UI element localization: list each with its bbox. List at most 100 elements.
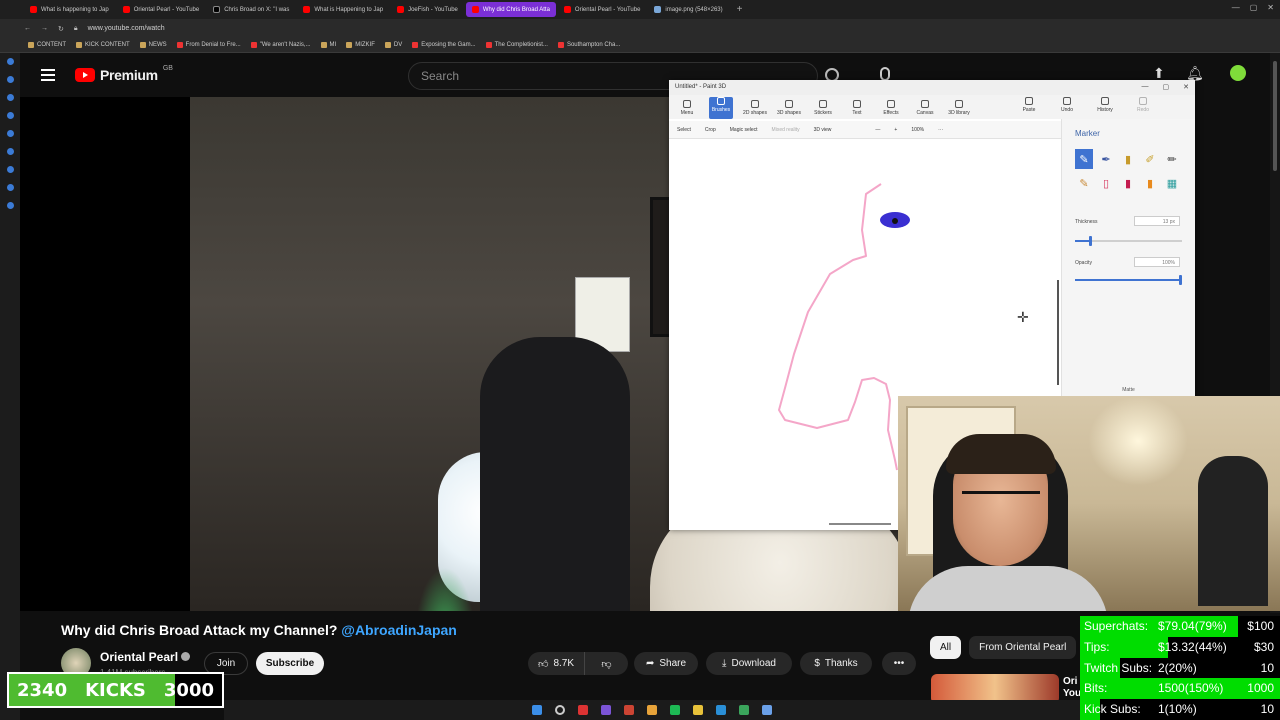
watercolor-icon[interactable]: ✐ <box>1141 149 1159 169</box>
crayon-icon[interactable]: ▮ <box>1119 173 1137 193</box>
oil-brush-icon[interactable]: ▮ <box>1119 149 1137 169</box>
browser-tab[interactable]: Oriental Pearl - YouTube <box>558 2 646 17</box>
chip-from-oriental-pearl[interactable]: From Oriental Pearl <box>969 636 1077 659</box>
browser-tab[interactable]: Why did Chris Broad Atta <box>465 2 556 17</box>
canvas-horizontal-scrollbar[interactable] <box>829 523 891 525</box>
opacity-field[interactable]: 100% <box>1134 257 1180 267</box>
avatar[interactable] <box>1230 65 1246 81</box>
ribbon-undo[interactable]: Undo <box>1055 97 1079 116</box>
browser-tab[interactable]: Chris Broad on X: "I was <box>207 2 295 17</box>
browser-tab[interactable]: What is Happening to Jap <box>297 2 389 17</box>
menu-icon[interactable] <box>41 69 55 81</box>
bookmark-item[interactable]: MI <box>320 42 336 48</box>
edge-icon[interactable] <box>716 705 726 715</box>
bookmark-item[interactable]: DV <box>384 42 402 48</box>
subscribe-button[interactable]: Subscribe <box>256 652 324 675</box>
opera-icon[interactable] <box>578 705 588 715</box>
reload-icon[interactable]: ↻ <box>58 25 64 33</box>
ribbon-canvas[interactable]: Canvas <box>913 100 937 119</box>
tool-select[interactable]: Select <box>677 127 691 133</box>
ribbon-effects[interactable]: Effects <box>879 100 903 119</box>
search-icon[interactable] <box>555 705 565 715</box>
finish-select[interactable]: Matte <box>1075 387 1182 393</box>
fill-icon[interactable]: ▦ <box>1163 173 1181 193</box>
sidebar-app-icon[interactable] <box>6 130 14 137</box>
sidebar-app-icon[interactable] <box>6 58 14 65</box>
sidebar-app-icon[interactable] <box>6 148 14 155</box>
maximize-icon[interactable]: ▢ <box>1163 83 1170 91</box>
channel-name[interactable]: Oriental Pearl <box>100 650 191 664</box>
close-icon[interactable]: ✕ <box>1267 3 1274 12</box>
browser-tab[interactable]: What is happening to Jap <box>24 2 115 17</box>
obs-icon[interactable] <box>624 705 634 715</box>
ribbon-3d-shapes[interactable]: 3D shapes <box>777 100 801 119</box>
pencil-icon[interactable]: ✎ <box>1075 173 1093 193</box>
thickness-field[interactable]: 13 px <box>1134 216 1180 226</box>
chrome-icon[interactable] <box>647 705 657 715</box>
ribbon-3d-library[interactable]: 3D library <box>947 100 971 119</box>
tool-magic-select[interactable]: Magic select <box>730 127 758 133</box>
chip-all[interactable]: All <box>930 636 962 659</box>
browser-tab[interactable]: JoeFish - YouTube <box>391 2 464 17</box>
opacity-slider[interactable] <box>1075 275 1182 285</box>
more-actions-icon[interactable]: ••• <box>882 652 916 675</box>
new-tab-icon[interactable]: + <box>737 4 743 15</box>
sidebar-app-icon[interactable] <box>6 202 14 209</box>
back-icon[interactable]: ← <box>24 25 31 32</box>
xbox-icon[interactable] <box>739 705 749 715</box>
paint3d-icon[interactable] <box>762 705 772 715</box>
sidebar-app-icon[interactable] <box>6 112 14 119</box>
thickness-slider[interactable] <box>1075 236 1182 246</box>
bookmark-item[interactable]: MIZKIF <box>346 42 375 48</box>
eraser-icon[interactable]: ▯ <box>1097 173 1115 193</box>
sidebar-app-icon[interactable] <box>6 76 14 83</box>
ribbon-text[interactable]: Text <box>845 100 869 119</box>
forward-icon[interactable]: → <box>41 25 48 32</box>
zoom-in-icon[interactable]: + <box>894 127 897 133</box>
calligraphy-pen-icon[interactable]: ✒ <box>1097 149 1115 169</box>
zoom-out-icon[interactable]: — <box>875 127 880 133</box>
ribbon-menu[interactable]: Menu <box>675 100 699 119</box>
discord-icon[interactable] <box>601 705 611 715</box>
pixel-pen-icon[interactable]: ✏ <box>1163 149 1181 169</box>
sidebar-app-icon[interactable] <box>6 184 14 191</box>
folder-icon[interactable] <box>693 705 703 715</box>
download-button[interactable]: ⤓ Download <box>706 652 792 675</box>
sidebar-app-icon[interactable] <box>6 166 14 173</box>
ribbon-2d-shapes[interactable]: 2D shapes <box>743 100 767 119</box>
microphone-icon[interactable] <box>880 67 890 81</box>
dislike-button[interactable]: 👎︎ <box>584 652 628 675</box>
ribbon-paste[interactable]: Paste <box>1017 97 1041 116</box>
bookmark-item[interactable]: KICK CONTENT <box>76 42 130 48</box>
tool-3d-view[interactable]: 3D view <box>814 127 832 133</box>
video-title-mention[interactable]: @AbroadinJapan <box>341 622 457 638</box>
youtube-logo[interactable]: Premium GB <box>75 65 173 83</box>
like-button[interactable]: 👍︎ 8.7K <box>528 652 584 675</box>
spraycan-icon[interactable]: ▮ <box>1141 173 1159 193</box>
share-button[interactable]: ➦ Share <box>634 652 698 675</box>
ribbon-stickers[interactable]: Stickers <box>811 100 835 119</box>
bookmark-item[interactable]: Southampton Cha... <box>557 42 620 48</box>
opacity-knob[interactable] <box>1179 275 1182 285</box>
url-field[interactable]: www.youtube.com/watch <box>88 25 165 32</box>
sidebar-app-icon[interactable] <box>6 94 14 101</box>
recommended-video-title[interactable]: Ori You <box>1063 676 1081 700</box>
bookmark-item[interactable]: "We aren't Nazis,... <box>250 42 311 48</box>
start-icon[interactable] <box>532 705 542 715</box>
thickness-knob[interactable] <box>1088 236 1092 246</box>
bookmark-item[interactable]: NEWS <box>139 42 167 48</box>
marker-icon[interactable]: ✎ <box>1075 149 1093 169</box>
ribbon-history[interactable]: History <box>1093 97 1117 116</box>
tool-crop[interactable]: Crop <box>705 127 716 133</box>
spotify-icon[interactable] <box>670 705 680 715</box>
ribbon-redo[interactable]: Redo <box>1131 97 1155 116</box>
bookmark-item[interactable]: Exposing the Gam... <box>412 42 476 48</box>
minimize-icon[interactable]: — <box>1232 3 1240 12</box>
more-icon[interactable]: ··· <box>938 127 943 133</box>
tool-mixed-reality[interactable]: Mixed reality <box>772 127 800 133</box>
ribbon-brushes[interactable]: Brushes <box>709 97 733 119</box>
minimize-icon[interactable]: — <box>1142 83 1149 91</box>
close-icon[interactable]: ✕ <box>1183 83 1189 91</box>
canvas-vertical-scrollbar[interactable] <box>1057 280 1059 385</box>
bookmark-item[interactable]: CONTENT <box>28 42 66 48</box>
